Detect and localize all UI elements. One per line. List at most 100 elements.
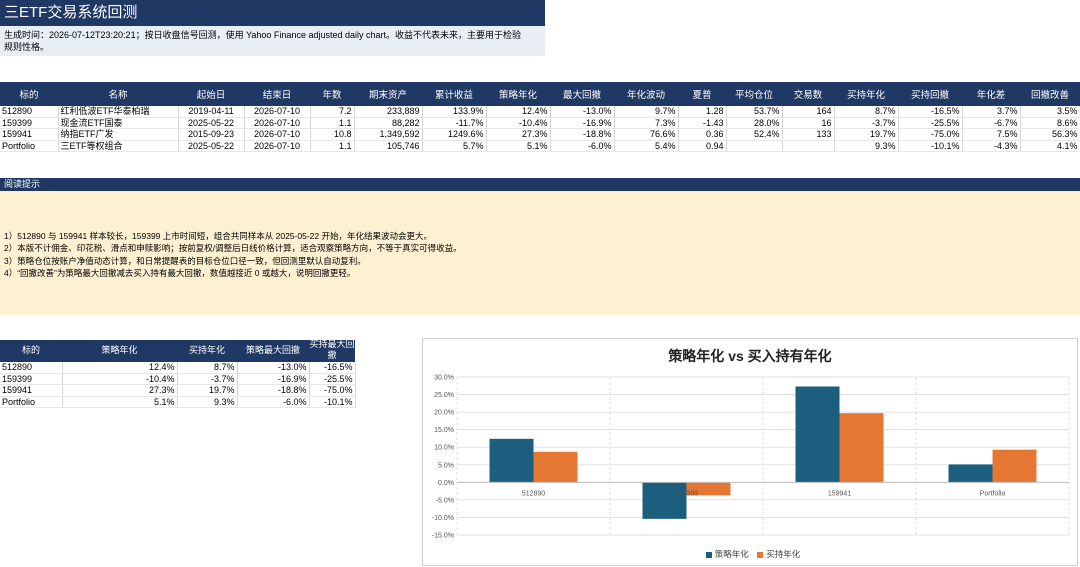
table-cell: 3.5% bbox=[1020, 106, 1080, 118]
legend-swatch-strategy bbox=[705, 551, 712, 558]
column-header[interactable]: 买持年化 bbox=[177, 340, 237, 362]
table-cell bbox=[726, 140, 783, 152]
table-cell: -11.7% bbox=[422, 117, 487, 129]
column-header[interactable]: 策略年化 bbox=[62, 340, 177, 362]
table-cell: 3.7% bbox=[962, 106, 1021, 118]
table-cell: -10.1% bbox=[309, 396, 356, 408]
table-cell: Portfolio bbox=[0, 396, 63, 408]
note-line: 4）“回撤改善”为策略最大回撤减去买入持有最大回撤，数值越接近 0 或越大，说明… bbox=[4, 267, 356, 278]
table-cell: 7.5% bbox=[962, 128, 1021, 141]
table-cell: -13.0% bbox=[550, 106, 615, 118]
column-header[interactable]: 标的 bbox=[0, 82, 58, 106]
backtest-summary-table: 标的 名称 起始日 结束日 年数 期末资产 累计收益 策略年化 最大回撤 年化波动 夏普 平均仓位 交易… bbox=[0, 82, 1080, 152]
bar-buyhold bbox=[839, 413, 884, 483]
table-cell: 2025-05-22 bbox=[178, 140, 245, 152]
column-header[interactable]: 策略年化 bbox=[486, 82, 550, 106]
table-cell: -1.43 bbox=[678, 117, 727, 129]
table-cell: -4.3% bbox=[962, 140, 1021, 152]
table-row: 159941 27.3% 19.7% -18.8% -75.0% bbox=[0, 384, 356, 397]
x-tick-label: 159399 bbox=[675, 490, 698, 497]
table-cell: 133.9% bbox=[422, 106, 487, 118]
annual-return-chart: 策略年化 vs 买入持有年化 -15.0% -10.0% -5.0% 0.0% 5.0%… bbox=[422, 338, 1078, 566]
column-header[interactable]: 标的 bbox=[0, 340, 62, 362]
table-cell: 8.7% bbox=[177, 362, 238, 374]
table-cell: -16.5% bbox=[898, 106, 963, 118]
table-cell: 2015-09-23 bbox=[178, 128, 245, 141]
column-header[interactable]: 年化差 bbox=[962, 82, 1020, 106]
chart-legend: 策略年化 买持年化 bbox=[423, 548, 1077, 560]
bar-strategy bbox=[948, 464, 993, 483]
table-cell: 1.1 bbox=[310, 117, 355, 129]
table-cell: 133 bbox=[782, 128, 835, 141]
column-header[interactable]: 累计收益 bbox=[422, 82, 486, 106]
legend-label-buyhold: 买持年化 bbox=[766, 549, 801, 559]
table-cell: Portfolio bbox=[0, 140, 59, 152]
table-cell: 164 bbox=[782, 106, 835, 118]
table-cell: -75.0% bbox=[898, 128, 963, 141]
page-subtitle: 生成时间：2026-07-12T23:20:21；按日收盘信号回测，使用 Yah… bbox=[0, 26, 545, 56]
column-header[interactable]: 最大回撤 bbox=[550, 82, 614, 106]
column-header[interactable]: 年数 bbox=[310, 82, 354, 106]
table-cell: 27.3% bbox=[62, 384, 178, 397]
column-header[interactable]: 年化波动 bbox=[614, 82, 678, 106]
y-tick-label: 5.0% bbox=[438, 462, 454, 469]
y-tick-label: 0.0% bbox=[438, 480, 454, 487]
table-cell: 2026-07-10 bbox=[244, 128, 311, 141]
column-header[interactable]: 结束日 bbox=[244, 82, 310, 106]
table-cell: 27.3% bbox=[486, 128, 551, 141]
table-cell: 52.4% bbox=[726, 128, 783, 141]
column-header[interactable]: 买持回撤 bbox=[898, 82, 962, 106]
bar-strategy bbox=[795, 386, 840, 483]
column-header[interactable]: 交易数 bbox=[782, 82, 834, 106]
y-tick-label: 10.0% bbox=[434, 445, 454, 452]
table-cell: 0.94 bbox=[678, 140, 727, 152]
column-header[interactable]: 买持最大回撤 bbox=[309, 340, 355, 362]
notes-panel: 1）512890 与 159941 样本较长，159399 上市时间短，组合共同… bbox=[0, 191, 1080, 315]
table-cell: 88,282 bbox=[354, 117, 423, 129]
column-header[interactable]: 期末资产 bbox=[354, 82, 422, 106]
table-cell: 2026-07-10 bbox=[244, 117, 311, 129]
table-cell: 红利低波ETF华泰柏瑞 bbox=[58, 106, 179, 118]
y-tick-label: -10.0% bbox=[432, 515, 454, 522]
table-cell: 5.4% bbox=[614, 140, 679, 152]
table-row: 512890 12.4% 8.7% -13.0% -16.5% bbox=[0, 362, 356, 374]
notes-title: 阅读提示 bbox=[0, 178, 1080, 191]
table-cell: -18.8% bbox=[550, 128, 615, 141]
column-header[interactable]: 起始日 bbox=[178, 82, 244, 106]
table-cell: 1.28 bbox=[678, 106, 727, 118]
y-tick-label: -15.0% bbox=[432, 533, 454, 540]
table-cell: 1,349,592 bbox=[354, 128, 423, 141]
table-cell: 7.3% bbox=[614, 117, 679, 129]
table-cell: -13.0% bbox=[237, 362, 310, 374]
column-header[interactable]: 买持年化 bbox=[834, 82, 898, 106]
column-header[interactable]: 回撤改善 bbox=[1020, 82, 1080, 106]
table-cell: 56.3% bbox=[1020, 128, 1080, 141]
table-cell: -6.0% bbox=[550, 140, 615, 152]
column-header[interactable]: 名称 bbox=[58, 82, 178, 106]
comparison-table: 标的 策略年化 买持年化 策略最大回撤 买持最大回撤 512890 12.4% 8.7% -1… bbox=[0, 340, 356, 408]
table-cell: 159399 bbox=[0, 373, 63, 385]
table-cell: 9.3% bbox=[834, 140, 899, 152]
table-cell: 5.7% bbox=[422, 140, 487, 152]
table-row: Portfolio 三ETF等权组合 2025-05-22 2026-07-10 1.1… bbox=[0, 140, 1080, 152]
table-cell: 8.6% bbox=[1020, 117, 1080, 129]
column-header[interactable]: 策略最大回撤 bbox=[237, 340, 309, 362]
column-header[interactable]: 夏普 bbox=[678, 82, 726, 106]
column-header[interactable]: 平均仓位 bbox=[726, 82, 782, 106]
table-cell: 9.3% bbox=[177, 396, 238, 408]
table-cell: -6.0% bbox=[237, 396, 310, 408]
table-cell: 现金流ETF国泰 bbox=[58, 117, 179, 129]
table-cell: 5.1% bbox=[62, 396, 178, 408]
table-cell: -10.4% bbox=[486, 117, 551, 129]
y-tick-label: 15.0% bbox=[434, 427, 454, 434]
table-cell: 2026-07-10 bbox=[244, 140, 311, 152]
table-row: 159399 -10.4% -3.7% -16.9% -25.5% bbox=[0, 373, 356, 385]
table-cell: 159941 bbox=[0, 384, 63, 397]
table-cell: 19.7% bbox=[834, 128, 899, 141]
note-line: 3）策略仓位按账户净值动态计算，和日常提醒表的目标仓位口径一致，但回测里默认自动… bbox=[4, 255, 366, 266]
table-cell: 8.7% bbox=[834, 106, 899, 118]
page-title: 三ETF交易系统回测 bbox=[0, 0, 545, 26]
table-cell: -16.9% bbox=[237, 373, 310, 385]
table-cell: 512890 bbox=[0, 106, 59, 118]
table-cell: 2025-05-22 bbox=[178, 117, 245, 129]
